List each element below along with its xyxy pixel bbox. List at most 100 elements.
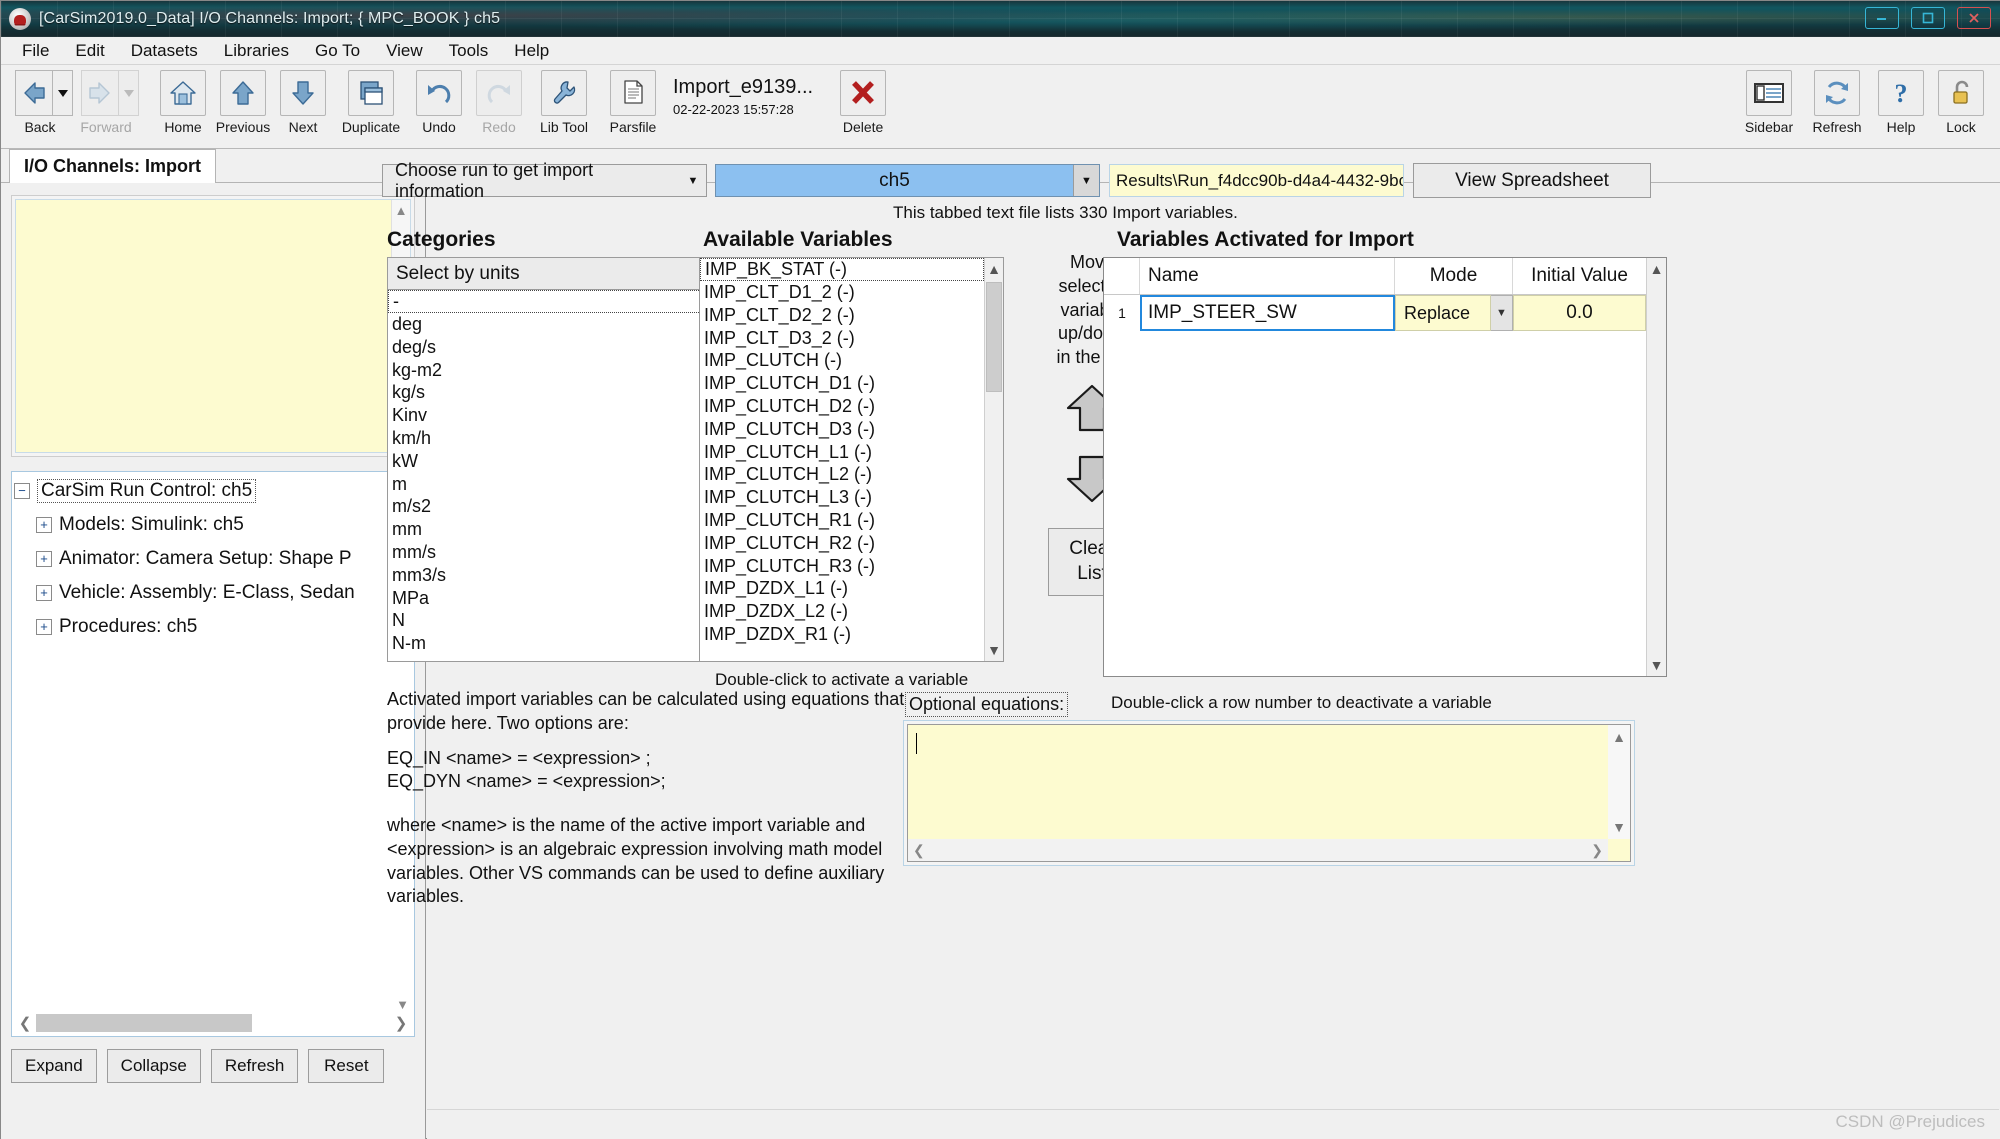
- activated-grid-scrollbar[interactable]: ▲ ▼: [1646, 258, 1666, 676]
- list-item[interactable]: kg/s: [388, 381, 717, 404]
- run-selector-dropdown[interactable]: Choose run to get import information ▼: [382, 160, 707, 201]
- list-item[interactable]: N-m: [388, 632, 717, 655]
- list-item[interactable]: IMP_CLUTCH_L2 (-): [700, 463, 984, 486]
- row-initial-value-field[interactable]: 0.0: [1513, 295, 1646, 331]
- toolbar-help-button[interactable]: ? Help: [1873, 70, 1929, 135]
- maximize-button[interactable]: [1911, 7, 1945, 29]
- expand-toggle-icon[interactable]: +: [36, 551, 52, 567]
- forward-dropdown-arrow-icon[interactable]: [119, 70, 139, 116]
- document-icon[interactable]: [610, 70, 656, 116]
- scroll-right-icon[interactable]: ❯: [1591, 842, 1603, 859]
- select-by-units-dropdown[interactable]: Select by units ▼: [387, 257, 737, 290]
- dataset-tree[interactable]: − CarSim Run Control: ch5 + Models: Simu…: [14, 474, 392, 1012]
- list-item[interactable]: km/h: [388, 427, 717, 450]
- back-dropdown-arrow-icon[interactable]: [53, 70, 73, 116]
- list-item[interactable]: IMP_CLUTCH_R2 (-): [700, 532, 984, 555]
- list-item[interactable]: kW: [388, 450, 717, 473]
- list-item[interactable]: Kinv: [388, 404, 717, 427]
- dataset-tree-panel[interactable]: − CarSim Run Control: ch5 + Models: Simu…: [11, 471, 415, 1037]
- menu-tools[interactable]: Tools: [436, 39, 502, 63]
- list-item[interactable]: m/s2: [388, 495, 717, 518]
- menu-datasets[interactable]: Datasets: [118, 39, 211, 63]
- notes-panel[interactable]: ▲ ▼: [11, 195, 415, 457]
- scroll-down-icon[interactable]: ▼: [1650, 654, 1664, 676]
- close-button[interactable]: [1957, 7, 1991, 29]
- categories-listbox[interactable]: - deg deg/s kg-m2 kg/s Kinv km/h kW m m/…: [387, 289, 737, 662]
- hscroll-thumb[interactable]: [36, 1014, 252, 1032]
- list-item[interactable]: mm/s: [388, 541, 717, 564]
- scroll-left-icon[interactable]: ❮: [913, 842, 925, 859]
- wrench-icon[interactable]: [541, 70, 587, 116]
- scroll-up-icon[interactable]: ▲: [1612, 725, 1626, 749]
- tree-item-models[interactable]: + Models: Simulink: ch5: [14, 508, 392, 542]
- forward-icon[interactable]: [81, 70, 119, 116]
- minimize-button[interactable]: [1865, 7, 1899, 29]
- scroll-up-icon[interactable]: ▲: [987, 258, 1001, 280]
- table-row[interactable]: 1 IMP_STEER_SW Replace ▼ 0.0: [1104, 295, 1646, 331]
- expand-toggle-icon[interactable]: +: [36, 585, 52, 601]
- expand-button[interactable]: Expand: [11, 1049, 97, 1083]
- redo-icon[interactable]: [476, 70, 522, 116]
- menu-file[interactable]: File: [9, 39, 62, 63]
- notes-textarea[interactable]: ▲ ▼: [15, 199, 411, 453]
- arrow-down-icon[interactable]: [280, 70, 326, 116]
- duplicate-icon[interactable]: [348, 70, 394, 116]
- chevron-down-icon[interactable]: ▼: [680, 175, 706, 187]
- categories-list-items[interactable]: - deg deg/s kg-m2 kg/s Kinv km/h kW m m/…: [388, 290, 717, 661]
- back-icon[interactable]: [15, 70, 53, 116]
- refresh-button[interactable]: Refresh: [210, 1049, 299, 1083]
- list-item[interactable]: IMP_CLUTCH_R1 (-): [700, 509, 984, 532]
- expand-toggle-icon[interactable]: +: [36, 619, 52, 635]
- scroll-up-icon[interactable]: ▲: [1650, 258, 1664, 280]
- red-x-icon[interactable]: [840, 70, 887, 116]
- toolbar-parsfile-button[interactable]: Parsfile: [601, 70, 665, 135]
- arrow-up-icon[interactable]: [220, 70, 266, 116]
- activated-variables-grid[interactable]: Name Mode Initial Value 1 IMP_STEER_SW R…: [1103, 257, 1667, 677]
- padlock-icon[interactable]: [1938, 70, 1984, 116]
- home-icon[interactable]: [160, 70, 206, 116]
- tree-item-procedures[interactable]: + Procedures: ch5: [14, 610, 392, 644]
- list-item[interactable]: kg-m2: [388, 359, 717, 382]
- collapse-toggle-icon[interactable]: −: [14, 483, 30, 499]
- list-item[interactable]: mm: [388, 518, 717, 541]
- refresh-icon[interactable]: [1814, 70, 1860, 116]
- chevron-down-icon[interactable]: ▼: [1073, 165, 1099, 196]
- list-item[interactable]: IMP_BK_STAT (-): [700, 258, 984, 281]
- scroll-left-icon[interactable]: ❮: [14, 1014, 36, 1032]
- list-item[interactable]: IMP_CLUTCH_L3 (-): [700, 486, 984, 509]
- list-item[interactable]: mm3/s: [388, 564, 717, 587]
- toolbar-previous-button[interactable]: Previous: [215, 70, 271, 135]
- list-item[interactable]: IMP_CLUTCH_R3 (-): [700, 555, 984, 578]
- tree-item-animator[interactable]: + Animator: Camera Setup: Shape P: [14, 542, 392, 576]
- list-item[interactable]: deg: [388, 313, 717, 336]
- list-item[interactable]: -: [388, 290, 717, 313]
- toolbar-next-button[interactable]: Next: [275, 70, 331, 135]
- tree-horizontal-scrollbar[interactable]: ❮ ❯: [14, 1012, 412, 1034]
- available-variables-listbox[interactable]: IMP_BK_STAT (-) IMP_CLT_D1_2 (-) IMP_CLT…: [699, 257, 1004, 662]
- list-item[interactable]: m: [388, 473, 717, 496]
- list-item[interactable]: IMP_CLUTCH_D3 (-): [700, 418, 984, 441]
- list-item[interactable]: IMP_CLUTCH (-): [700, 349, 984, 372]
- scroll-down-icon[interactable]: ▼: [1612, 815, 1626, 839]
- list-item[interactable]: IMP_CLUTCH_D1 (-): [700, 372, 984, 395]
- list-item[interactable]: N: [388, 609, 717, 632]
- list-item[interactable]: IMP_CLT_D3_2 (-): [700, 327, 984, 350]
- available-variables-items[interactable]: IMP_BK_STAT (-) IMP_CLT_D1_2 (-) IMP_CLT…: [700, 258, 984, 661]
- scroll-right-icon[interactable]: ❯: [390, 1014, 412, 1032]
- row-number[interactable]: 1: [1104, 295, 1140, 331]
- row-mode-field[interactable]: Replace: [1395, 295, 1491, 331]
- equations-vertical-scrollbar[interactable]: ▲ ▼: [1608, 725, 1630, 839]
- toolbar-refresh-button[interactable]: Refresh: [1805, 70, 1869, 135]
- list-item[interactable]: deg/s: [388, 336, 717, 359]
- toolbar-duplicate-button[interactable]: Duplicate: [335, 70, 407, 135]
- menu-goto[interactable]: Go To: [302, 39, 373, 63]
- view-spreadsheet-button[interactable]: View Spreadsheet: [1413, 163, 1651, 198]
- expand-toggle-icon[interactable]: +: [36, 517, 52, 533]
- menu-libraries[interactable]: Libraries: [211, 39, 302, 63]
- question-mark-icon[interactable]: ?: [1878, 70, 1924, 116]
- toolbar-undo-button[interactable]: Undo: [411, 70, 467, 135]
- list-item[interactable]: IMP_CLUTCH_D2 (-): [700, 395, 984, 418]
- toolbar-delete-button[interactable]: Delete: [835, 70, 891, 135]
- tree-item-carsim-run-control[interactable]: − CarSim Run Control: ch5: [14, 474, 392, 508]
- toolbar-back-button[interactable]: Back: [13, 70, 75, 135]
